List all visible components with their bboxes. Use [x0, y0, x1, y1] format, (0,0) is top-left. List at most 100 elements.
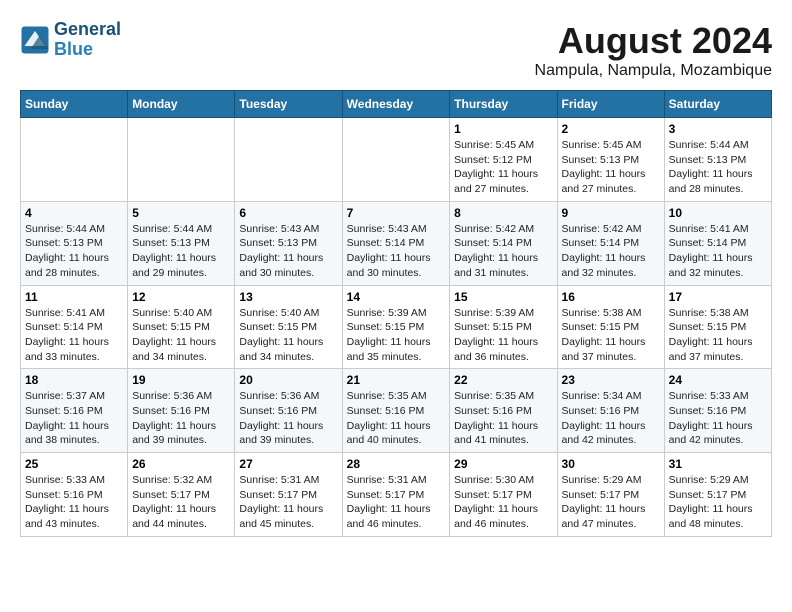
calendar-cell: 6 Sunrise: 5:43 AMSunset: 5:13 PMDaylight…: [235, 201, 342, 285]
calendar-cell: 10 Sunrise: 5:41 AMSunset: 5:14 PMDayligh…: [664, 201, 771, 285]
day-number: 31: [669, 457, 767, 471]
day-info: Sunrise: 5:40 AMSunset: 5:15 PMDaylight:…: [239, 306, 337, 365]
calendar-cell: [235, 118, 342, 202]
calendar-week-row: 4 Sunrise: 5:44 AMSunset: 5:13 PMDaylight…: [21, 201, 772, 285]
calendar-header-tuesday: Tuesday: [235, 91, 342, 118]
day-number: 10: [669, 206, 767, 220]
calendar-cell: 20Sunrise: 5:36 AMSunset: 5:16 PMDayligh…: [235, 369, 342, 453]
calendar-cell: 15 Sunrise: 5:39 AMSunset: 5:15 PMDayligh…: [450, 285, 557, 369]
day-info: Sunrise: 5:42 AMSunset: 5:14 PMDaylight:…: [562, 222, 660, 281]
calendar-cell: [342, 118, 450, 202]
day-info: Sunrise: 5:44 AMSunset: 5:13 PMDaylight:…: [25, 222, 123, 281]
day-info: Sunrise: 5:37 AMSunset: 5:16 PMDaylight:…: [25, 389, 123, 448]
logo: General Blue: [20, 20, 121, 60]
calendar-cell: [128, 118, 235, 202]
day-number: 2: [562, 122, 660, 136]
calendar-cell: 13 Sunrise: 5:40 AMSunset: 5:15 PMDayligh…: [235, 285, 342, 369]
day-number: 22: [454, 373, 552, 387]
page-header: General Blue August 2024 Nampula, Nampul…: [20, 20, 772, 80]
day-number: 19: [132, 373, 230, 387]
day-info: Sunrise: 5:32 AMSunset: 5:17 PMDaylight:…: [132, 473, 230, 532]
day-number: 1: [454, 122, 552, 136]
location-title: Nampula, Nampula, Mozambique: [535, 62, 772, 80]
calendar-cell: 18Sunrise: 5:37 AMSunset: 5:16 PMDayligh…: [21, 369, 128, 453]
calendar-cell: 24Sunrise: 5:33 AMSunset: 5:16 PMDayligh…: [664, 369, 771, 453]
day-number: 26: [132, 457, 230, 471]
calendar-table: SundayMondayTuesdayWednesdayThursdayFrid…: [20, 90, 772, 537]
calendar-header-row: SundayMondayTuesdayWednesdayThursdayFrid…: [21, 91, 772, 118]
logo-text: General Blue: [54, 20, 121, 60]
calendar-cell: 30 Sunrise: 5:29 AMSunset: 5:17 PMDayligh…: [557, 453, 664, 537]
calendar-cell: 7Sunrise: 5:43 AMSunset: 5:14 PMDaylight…: [342, 201, 450, 285]
day-number: 3: [669, 122, 767, 136]
calendar-cell: 31 Sunrise: 5:29 AMSunset: 5:17 PMDayligh…: [664, 453, 771, 537]
calendar-cell: 5 Sunrise: 5:44 AMSunset: 5:13 PMDaylight…: [128, 201, 235, 285]
day-number: 7: [347, 206, 446, 220]
day-number: 30: [562, 457, 660, 471]
title-block: August 2024 Nampula, Nampula, Mozambique: [535, 20, 772, 80]
calendar-cell: [21, 118, 128, 202]
day-info: Sunrise: 5:31 AMSunset: 5:17 PMDaylight:…: [347, 473, 446, 532]
day-number: 12: [132, 290, 230, 304]
calendar-header-monday: Monday: [128, 91, 235, 118]
day-info: Sunrise: 5:44 AMSunset: 5:13 PMDaylight:…: [132, 222, 230, 281]
day-number: 5: [132, 206, 230, 220]
calendar-header-wednesday: Wednesday: [342, 91, 450, 118]
day-number: 14: [347, 290, 446, 304]
calendar-header-friday: Friday: [557, 91, 664, 118]
calendar-cell: 26 Sunrise: 5:32 AMSunset: 5:17 PMDayligh…: [128, 453, 235, 537]
calendar-header-sunday: Sunday: [21, 91, 128, 118]
calendar-cell: 22 Sunrise: 5:35 AMSunset: 5:16 PMDayligh…: [450, 369, 557, 453]
calendar-week-row: 11Sunrise: 5:41 AMSunset: 5:14 PMDayligh…: [21, 285, 772, 369]
day-info: Sunrise: 5:40 AMSunset: 5:15 PMDaylight:…: [132, 306, 230, 365]
day-number: 4: [25, 206, 123, 220]
calendar-cell: 12 Sunrise: 5:40 AMSunset: 5:15 PMDayligh…: [128, 285, 235, 369]
day-info: Sunrise: 5:39 AMSunset: 5:15 PMDaylight:…: [347, 306, 446, 365]
day-number: 24: [669, 373, 767, 387]
day-number: 6: [239, 206, 337, 220]
calendar-cell: 3 Sunrise: 5:44 AMSunset: 5:13 PMDaylight…: [664, 118, 771, 202]
day-info: Sunrise: 5:43 AMSunset: 5:13 PMDaylight:…: [239, 222, 337, 281]
calendar-cell: 11Sunrise: 5:41 AMSunset: 5:14 PMDayligh…: [21, 285, 128, 369]
day-info: Sunrise: 5:39 AMSunset: 5:15 PMDaylight:…: [454, 306, 552, 365]
month-title: August 2024: [535, 20, 772, 62]
day-number: 11: [25, 290, 123, 304]
calendar-cell: 23 Sunrise: 5:34 AMSunset: 5:16 PMDayligh…: [557, 369, 664, 453]
day-info: Sunrise: 5:36 AMSunset: 5:16 PMDaylight:…: [239, 389, 337, 448]
calendar-cell: 4 Sunrise: 5:44 AMSunset: 5:13 PMDaylight…: [21, 201, 128, 285]
day-info: Sunrise: 5:38 AMSunset: 5:15 PMDaylight:…: [669, 306, 767, 365]
calendar-week-row: 18Sunrise: 5:37 AMSunset: 5:16 PMDayligh…: [21, 369, 772, 453]
day-info: Sunrise: 5:45 AMSunset: 5:13 PMDaylight:…: [562, 138, 660, 197]
day-info: Sunrise: 5:33 AMSunset: 5:16 PMDaylight:…: [25, 473, 123, 532]
calendar-header-saturday: Saturday: [664, 91, 771, 118]
day-info: Sunrise: 5:41 AMSunset: 5:14 PMDaylight:…: [669, 222, 767, 281]
day-number: 16: [562, 290, 660, 304]
calendar-cell: 29Sunrise: 5:30 AMSunset: 5:17 PMDayligh…: [450, 453, 557, 537]
day-info: Sunrise: 5:36 AMSunset: 5:16 PMDaylight:…: [132, 389, 230, 448]
day-info: Sunrise: 5:35 AMSunset: 5:16 PMDaylight:…: [347, 389, 446, 448]
logo-line2: Blue: [54, 40, 121, 60]
day-number: 8: [454, 206, 552, 220]
day-info: Sunrise: 5:29 AMSunset: 5:17 PMDaylight:…: [669, 473, 767, 532]
calendar-cell: 19 Sunrise: 5:36 AMSunset: 5:16 PMDayligh…: [128, 369, 235, 453]
day-number: 28: [347, 457, 446, 471]
calendar-week-row: 1Sunrise: 5:45 AMSunset: 5:12 PMDaylight…: [21, 118, 772, 202]
day-info: Sunrise: 5:29 AMSunset: 5:17 PMDaylight:…: [562, 473, 660, 532]
day-number: 23: [562, 373, 660, 387]
calendar-cell: 28 Sunrise: 5:31 AMSunset: 5:17 PMDayligh…: [342, 453, 450, 537]
day-number: 27: [239, 457, 337, 471]
day-number: 13: [239, 290, 337, 304]
calendar-cell: 1Sunrise: 5:45 AMSunset: 5:12 PMDaylight…: [450, 118, 557, 202]
day-info: Sunrise: 5:35 AMSunset: 5:16 PMDaylight:…: [454, 389, 552, 448]
calendar-cell: 16 Sunrise: 5:38 AMSunset: 5:15 PMDayligh…: [557, 285, 664, 369]
day-info: Sunrise: 5:38 AMSunset: 5:15 PMDaylight:…: [562, 306, 660, 365]
calendar-cell: 2 Sunrise: 5:45 AMSunset: 5:13 PMDaylight…: [557, 118, 664, 202]
day-info: Sunrise: 5:34 AMSunset: 5:16 PMDaylight:…: [562, 389, 660, 448]
day-number: 29: [454, 457, 552, 471]
calendar-cell: 25Sunrise: 5:33 AMSunset: 5:16 PMDayligh…: [21, 453, 128, 537]
calendar-cell: 27Sunrise: 5:31 AMSunset: 5:17 PMDayligh…: [235, 453, 342, 537]
day-number: 17: [669, 290, 767, 304]
day-info: Sunrise: 5:44 AMSunset: 5:13 PMDaylight:…: [669, 138, 767, 197]
calendar-cell: 17 Sunrise: 5:38 AMSunset: 5:15 PMDayligh…: [664, 285, 771, 369]
day-number: 15: [454, 290, 552, 304]
